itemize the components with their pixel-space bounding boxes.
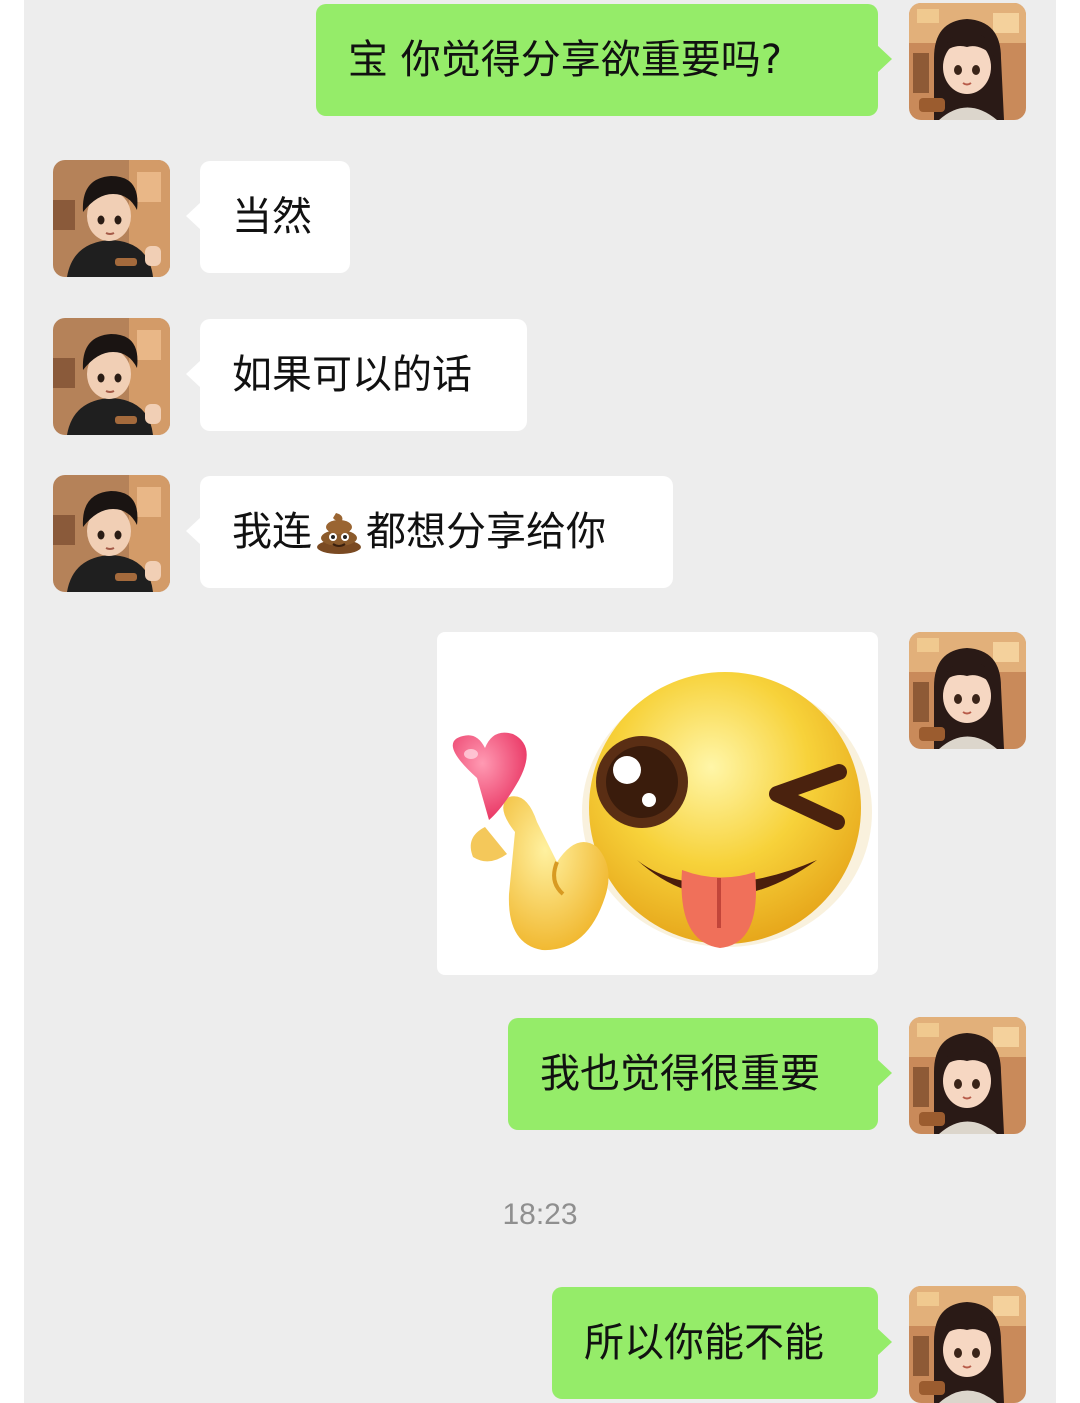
message-bubble-received[interactable]: 当然 bbox=[186, 161, 350, 273]
message-bubble-received[interactable]: 我连 都想分享给你 bbox=[186, 476, 673, 588]
sticker-message[interactable] bbox=[437, 632, 878, 975]
boy-avatar-image bbox=[53, 160, 170, 277]
girl-avatar-image bbox=[909, 3, 1026, 120]
message-text: 我也觉得很重要 bbox=[540, 1051, 820, 1097]
wink-tongue-finger-heart-icon bbox=[452, 672, 872, 951]
message-bubble-sent[interactable]: 宝 你觉得分享欲重要吗? bbox=[316, 4, 892, 116]
self-avatar[interactable] bbox=[909, 632, 1026, 749]
girl-avatar-image bbox=[909, 1017, 1026, 1134]
girl-avatar-image bbox=[909, 632, 1026, 749]
message-text-before: 我连 bbox=[232, 509, 312, 555]
message-bubble-received[interactable]: 如果可以的话 bbox=[186, 319, 527, 431]
message-bubble-sent[interactable]: 我也觉得很重要 bbox=[508, 1018, 892, 1130]
boy-avatar-image bbox=[53, 475, 170, 592]
self-avatar[interactable] bbox=[909, 1017, 1026, 1134]
boy-avatar-image bbox=[53, 318, 170, 435]
girl-avatar-image bbox=[909, 1286, 1026, 1403]
message-timestamp: 18:23 bbox=[502, 1198, 578, 1231]
contact-avatar[interactable] bbox=[53, 318, 170, 435]
self-avatar[interactable] bbox=[909, 3, 1026, 120]
message-bubble-sent[interactable]: 所以你能不能 bbox=[552, 1287, 892, 1399]
contact-avatar[interactable] bbox=[53, 475, 170, 592]
message-text: 当然 bbox=[232, 194, 312, 240]
message-text: 如果可以的话 bbox=[232, 352, 472, 398]
message-text-after: 都想分享给你 bbox=[366, 509, 606, 555]
message-text: 宝 你觉得分享欲重要吗? bbox=[348, 37, 782, 83]
poop-emoji-icon bbox=[317, 513, 361, 554]
message-text: 所以你能不能 bbox=[584, 1320, 824, 1366]
contact-avatar[interactable] bbox=[53, 160, 170, 277]
self-avatar[interactable] bbox=[909, 1286, 1026, 1403]
